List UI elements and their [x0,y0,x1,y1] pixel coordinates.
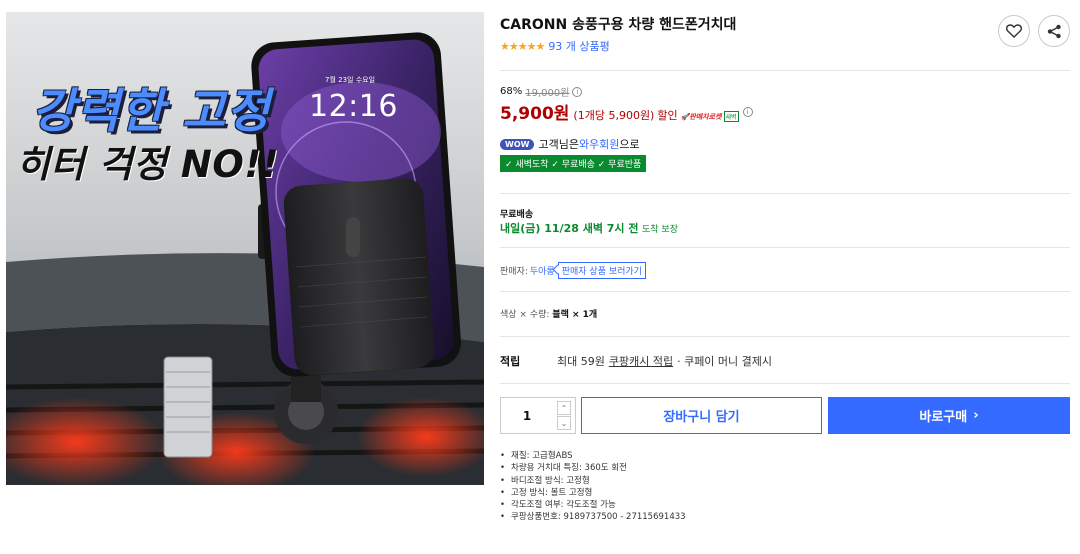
discount-rate: 68% [500,86,523,97]
seller-products-button[interactable]: 판매자 상품 보러가기 [557,262,646,279]
phone-screen-date: 7월 23일 수요일 [325,76,376,84]
sale-price: 5,900원 [500,104,570,124]
option-value: 블랙 × 1개 [552,310,598,320]
wow-text-suffix: 으로 [619,138,640,151]
quantity-increase-button[interactable]: ⌃ [557,401,571,415]
quantity-steppers: ⌃ ⌄ [553,398,575,433]
seller-prefix: 판매자: [500,267,528,277]
quantity-stepper: ⌃ ⌄ [500,397,576,434]
selected-option-row: 색상 × 수량: 블랙 × 1개 [500,307,597,320]
divider [500,383,1070,384]
divider [500,70,1070,71]
discount-label: 할인 [657,109,678,122]
buy-now-label: 바로구매 [919,410,968,425]
spec-item: 쿠팡상품번호: 9189737500 - 27115691433 [500,511,686,523]
wishlist-button[interactable] [998,15,1030,47]
heart-icon [1006,24,1022,38]
unit-price: (1개당 5,900원) [573,109,655,122]
product-title: CARONN 송풍구용 차량 핸드폰거치대 [500,17,737,33]
quantity-decrease-button[interactable]: ⌄ [557,416,571,430]
buy-now-button[interactable]: 바로구매 › [828,397,1070,434]
price-info-icon[interactable]: i [572,86,583,97]
image-headline-strong-grip: 강력한 고정 [32,84,271,139]
seller-name-link[interactable]: 두아롱 [530,264,555,277]
image-headline-heater-ok: 히터 걱정 NO!! [16,143,280,186]
dawn-delivery-badge: 새벽 [723,111,739,122]
cash-reward-condition: · 쿠페이 머니 결제시 [677,355,773,368]
rating-row[interactable]: ★★★★★ 93 개 상품평 [500,38,610,54]
add-to-cart-button[interactable]: 장바구니 담기 [581,397,822,434]
option-label: 색상 × 수량: [500,310,550,320]
wow-member-label: 와우회원 [578,138,620,151]
rocket-info-icon[interactable]: i [742,106,753,117]
coupang-cash-link[interactable]: 쿠팡캐시 적립 [609,353,673,369]
cash-reward-amount: 최대 59원 [557,355,605,368]
cash-reward-label: 적립 [500,355,521,368]
spec-item: 고정 방식: 볼트 고정형 [500,487,686,499]
product-spec-list: 재질: 고급형ABS 차량용 거치대 특징: 360도 회전 바디조절 방식: … [500,450,686,524]
product-main-image[interactable]: 강력한 고정 히터 걱정 NO!! 7월 23일 수요일 12:16 [6,12,484,485]
cash-reward-row: 적립 최대 59원 쿠팡캐시 적립 · 쿠페이 머니 결제시 [500,353,772,369]
seller-row: 판매자: 두아롱 판매자 상품 보러가기 [500,262,646,279]
chevron-right-icon: › [973,408,979,423]
arrival-date: 내일(금) 11/28 새벽 7시 전 [500,222,639,235]
spec-item: 바디조절 방식: 고정형 [500,475,686,487]
arrival-guarantee: 도착 보장 [642,225,678,235]
wow-text-prefix: 고객님은 [538,138,579,151]
share-button[interactable] [1038,15,1070,47]
divider [500,291,1070,292]
share-icon [1047,24,1061,38]
shipping-date-row: 내일(금) 11/28 새벽 7시 전 도착 보장 [500,220,678,236]
wow-benefits-badge: ✓ 새벽도착 ✓ 무료배송 ✓ 무료반품 [500,155,647,172]
seller-rocket-badge-icon: 🚀판매자로켓 [680,113,722,121]
star-rating-icon: ★★★★★ [500,39,545,53]
spec-item: 각도조절 여부: 각도조절 가능 [500,499,686,511]
original-price: 19,000원 [525,88,570,99]
discount-row: 68% 19,000원 i [500,84,583,99]
shipping-label: 무료배송 [500,210,534,220]
wow-member-row: WOW 고객님은 와우회원 으로 [500,136,640,152]
review-count-link[interactable]: 93 개 상품평 [548,38,609,54]
divider [500,247,1070,248]
spec-item: 차량용 거치대 특징: 360도 회전 [500,462,686,474]
quantity-input[interactable] [501,398,553,433]
divider [500,336,1070,337]
wow-badge-icon: WOW [500,138,535,150]
spec-item: 재질: 고급형ABS [500,450,686,462]
divider [500,193,1070,194]
price-row: 5,900원 (1개당 5,900원) 할인 🚀판매자로켓 새벽 i [500,99,753,124]
phone-screen-time: 12:16 [309,89,398,124]
